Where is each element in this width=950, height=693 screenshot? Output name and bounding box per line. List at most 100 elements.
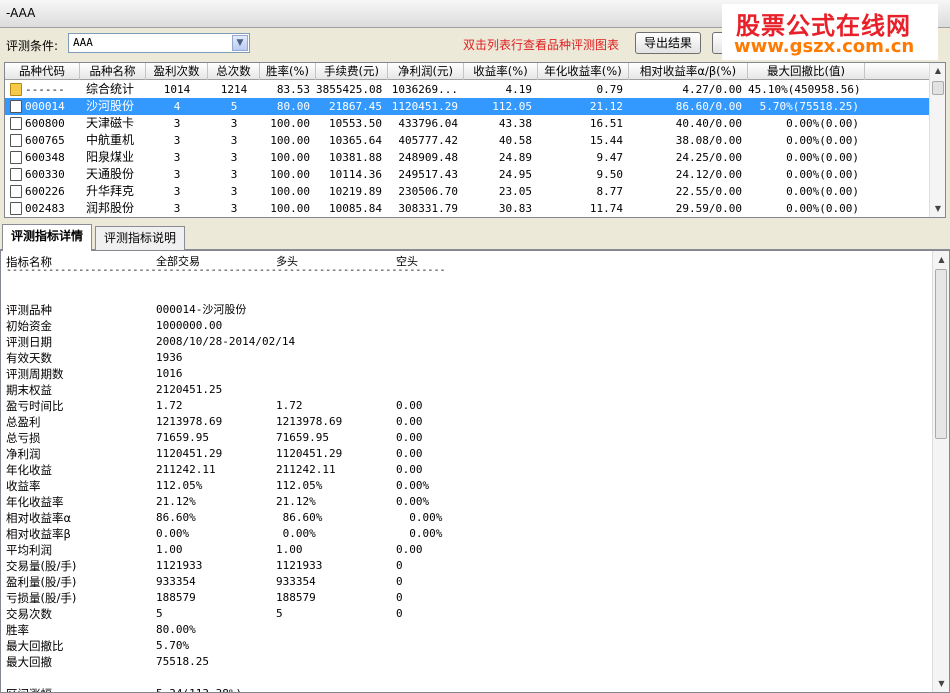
- table-cell: 80.00: [276, 100, 310, 113]
- export-button[interactable]: 导出结果: [635, 32, 701, 54]
- condition-label: 评测条件:: [6, 39, 59, 53]
- column-header[interactable]: 手续费(元): [316, 63, 388, 80]
- table-row[interactable]: 000014 沙河股份 4 5 80.00 21867.45 1120451.29 112.0…: [5, 98, 930, 115]
- column-header[interactable]: 胜率(%): [260, 63, 316, 80]
- table-row[interactable]: 600800 天津磁卡 3 3 100.00 10553.50 433796.04 43.38…: [5, 115, 930, 132]
- metric-row: 最大回撤 75518.25: [6, 654, 926, 670]
- table-row[interactable]: ------ 综合统计 1014 1214 83.53 3855425.08 1036269…: [5, 81, 930, 98]
- metric-row: 评测日期 2008/10/28-2014/02/14: [6, 334, 926, 350]
- scroll-down-icon[interactable]: ▼: [931, 202, 945, 216]
- metric-row: 胜率 80.00%: [6, 622, 926, 638]
- table-cell: 9.50: [596, 168, 624, 181]
- table-cell: 100.00: [270, 134, 310, 147]
- metric-value: 1.72: [156, 399, 183, 412]
- table-cell: 405777.42: [398, 134, 458, 147]
- metric-row: 评测品种 000014-沙河股份: [6, 302, 926, 318]
- metric-name: 年化收益率: [6, 495, 64, 509]
- metric-value: 1016: [156, 367, 183, 380]
- metric-value: 0.00: [396, 431, 423, 444]
- table-cell: 5.70%(75518.25): [759, 100, 859, 113]
- metric-name: 区间涨幅: [6, 686, 52, 692]
- metric-row: 相对收益率β 0.00% 0.00% 0.00%: [6, 526, 926, 542]
- scroll-up-icon[interactable]: ▲: [931, 64, 945, 78]
- table-row[interactable]: 600765 中航重机 3 3 100.00 10365.64 405777.42 40.58…: [5, 132, 930, 149]
- table-cell: 433796.04: [398, 117, 458, 130]
- table-cell: 100.00: [270, 202, 310, 215]
- condition-select[interactable]: AAA ▼: [68, 33, 250, 53]
- metric-name: 总盈利: [6, 415, 41, 429]
- metric-name: 相对收益率α: [6, 511, 72, 525]
- metric-value: 1000000.00: [156, 319, 223, 332]
- column-header[interactable]: 净利润(元): [388, 63, 464, 80]
- table-cell: 21.12: [589, 100, 623, 113]
- table-cell: 24.12/0.00: [675, 168, 742, 181]
- table-cell: 4.19: [505, 83, 533, 96]
- scroll-down-icon[interactable]: ▼: [934, 676, 949, 691]
- table-cell: 9.47: [596, 151, 624, 164]
- table-cell: 3: [230, 185, 238, 198]
- table-row[interactable]: 600348 阳泉煤业 3 3 100.00 10381.88 248909.48 24.89…: [5, 149, 930, 166]
- metric-name: 最大回撤: [6, 655, 52, 669]
- metric-value: 71659.95: [156, 431, 209, 444]
- column-header[interactable]: 品种代码: [5, 63, 80, 80]
- table-cell: 4: [173, 100, 181, 113]
- column-header[interactable]: 最大回撤比(值): [748, 63, 865, 80]
- metric-value: 0.00: [396, 415, 423, 428]
- table-row[interactable]: 600226 升华拜克 3 3 100.00 10219.89 230506.70 23.05…: [5, 183, 930, 200]
- table-cell: 23.05: [498, 185, 532, 198]
- scroll-thumb[interactable]: [932, 81, 944, 95]
- metric-value: 1213978.69: [276, 415, 343, 428]
- table-row[interactable]: 600330 天通股份 3 3 100.00 10114.36 249517.43 24.95…: [5, 166, 930, 183]
- table-cell: 38.08/0.00: [675, 134, 742, 147]
- metric-value: 1213978.69: [156, 415, 223, 428]
- tab-description[interactable]: 评测指标说明: [95, 226, 186, 250]
- metric-value: 21.12%: [276, 495, 316, 508]
- column-header[interactable]: 收益率(%): [464, 63, 538, 80]
- document-icon: [10, 202, 22, 215]
- results-table[interactable]: 品种代码 品种名称 盈利次数 总次数 胜率(%) 手续费(元) 净利润(元) 收益率(%) 年化…: [4, 62, 946, 218]
- details-scrollbar[interactable]: ▲ ▼: [932, 251, 949, 692]
- table-cell: 000014: [25, 100, 65, 113]
- column-header[interactable]: 年化收益率(%): [538, 63, 629, 80]
- metric-row: 净利润 1120451.29 1120451.29 0.00: [6, 446, 926, 462]
- table-cell: 10553.50: [329, 117, 382, 130]
- tab-details[interactable]: 评测指标详情: [2, 224, 93, 251]
- metric-value: 5: [156, 607, 163, 620]
- metric-name: 相对收益率β: [6, 527, 71, 541]
- scroll-thumb[interactable]: [935, 269, 947, 439]
- column-header[interactable]: 相对收益率α/β(%): [629, 63, 748, 80]
- table-cell: 3: [230, 151, 238, 164]
- table-cell: 112.05: [492, 100, 532, 113]
- table-cell: 阳泉煤业: [86, 150, 135, 164]
- metric-value: 86.60%: [276, 511, 323, 524]
- table-row[interactable]: 002483 润邦股份 3 3 100.00 10085.84 308331.79 30.83…: [5, 200, 930, 217]
- column-header[interactable]: 盈利次数: [146, 63, 208, 80]
- watermark-line2: www.gszx.com.cn: [734, 36, 915, 57]
- table-cell: 1036269...: [391, 83, 458, 96]
- column-header[interactable]: 总次数: [208, 63, 260, 80]
- table-cell: 中航重机: [86, 133, 135, 147]
- metric-row: 初始资金 1000000.00: [6, 318, 926, 334]
- table-cell: 10219.89: [329, 185, 382, 198]
- table-cell: 4.27/0.00: [682, 83, 742, 96]
- table-cell: 24.25/0.00: [675, 151, 742, 164]
- condition-value: AAA: [73, 36, 93, 49]
- document-icon: [10, 168, 22, 181]
- table-cell: 24.89: [498, 151, 532, 164]
- table-cell: 1214: [220, 83, 248, 96]
- document-icon: [10, 134, 22, 147]
- table-scrollbar[interactable]: ▲ ▼: [929, 63, 945, 217]
- table-cell: 10114.36: [329, 168, 382, 181]
- column-header[interactable]: 品种名称: [80, 63, 146, 80]
- scroll-up-icon[interactable]: ▲: [934, 252, 949, 267]
- metric-value: 5.34(113.38%): [156, 686, 242, 692]
- table-cell: 11.74: [589, 202, 623, 215]
- metric-value: 0.00%: [276, 527, 316, 540]
- document-icon: [10, 100, 22, 113]
- metric-value: 1120451.29: [276, 447, 343, 460]
- chevron-down-icon[interactable]: ▼: [232, 35, 248, 51]
- metric-row: 收益率 112.05% 112.05% 0.00%: [6, 478, 926, 494]
- table-cell: 3: [173, 185, 181, 198]
- metric-name: 最大回撤比: [6, 639, 64, 653]
- table-cell: 600765: [25, 134, 65, 147]
